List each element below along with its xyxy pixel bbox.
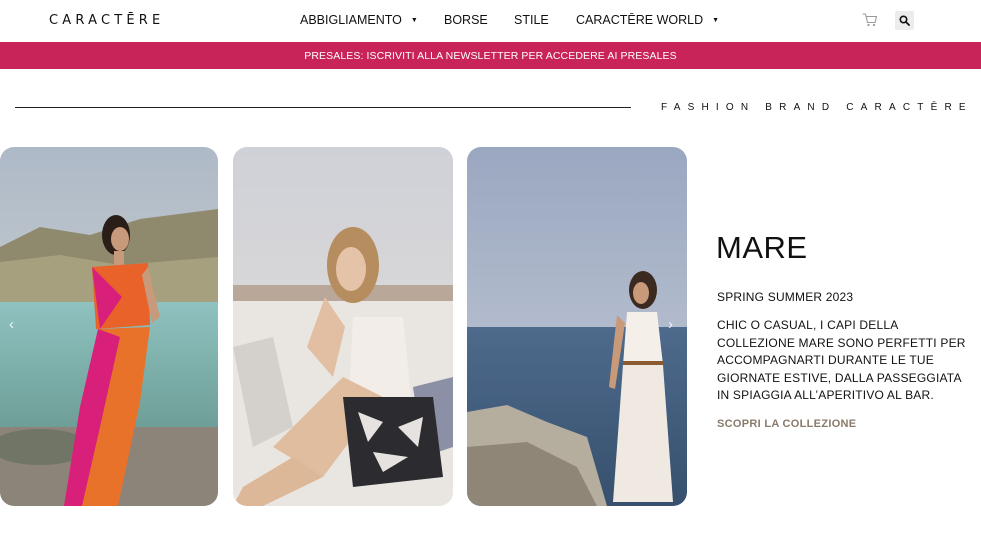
search-button[interactable] [895,11,914,30]
nav-item-caractere-world[interactable]: CARACTĒRE WORLD ▼ [576,13,719,27]
promo-banner-text: PRESALES: ISCRIVITI ALLA NEWSLETTER PER … [304,49,677,62]
nav-item-borse[interactable]: BORSE [444,13,488,27]
caret-down-icon: ▼ [410,16,418,24]
gallery-image-2[interactable] [233,147,453,506]
discover-collection-link[interactable]: SCOPRI LA COLLEZIONE [717,418,856,430]
section-divider [15,107,631,108]
section-tagline: FASHION BRAND CARACTĒRE [661,102,973,113]
search-icon [899,15,910,26]
nav-item-label: ABBIGLIAMENTO [300,13,402,27]
nav-item-label: BORSE [444,13,488,27]
carousel-prev-icon[interactable]: ‹ [9,316,14,333]
nav-item-stile[interactable]: STILE [514,13,549,27]
carousel-next-icon[interactable]: › [668,316,673,333]
gallery-image-3[interactable] [467,147,687,506]
caret-down-icon: ▼ [712,16,720,24]
nav-item-abbigliamento[interactable]: ABBIGLIAMENTO ▼ [300,13,418,27]
collection-description: CHIC O CASUAL, I CAPI DELLA COLLEZIONE M… [717,318,966,402]
brand-logo[interactable]: CARACTĒRE [49,13,164,28]
site-header: CARACTĒRE ABBIGLIAMENTO ▼ BORSE STILE CA… [0,0,981,42]
gallery-image-1[interactable] [0,147,218,506]
collection-season: SPRING SUMMER 2023 [717,290,854,304]
collection-title: MARE [716,230,808,265]
nav-item-label: CARACTĒRE WORLD [576,13,704,27]
cart-icon[interactable] [862,12,878,28]
promo-banner[interactable]: PRESALES: ISCRIVITI ALLA NEWSLETTER PER … [0,42,981,69]
nav-item-label: STILE [514,13,549,27]
